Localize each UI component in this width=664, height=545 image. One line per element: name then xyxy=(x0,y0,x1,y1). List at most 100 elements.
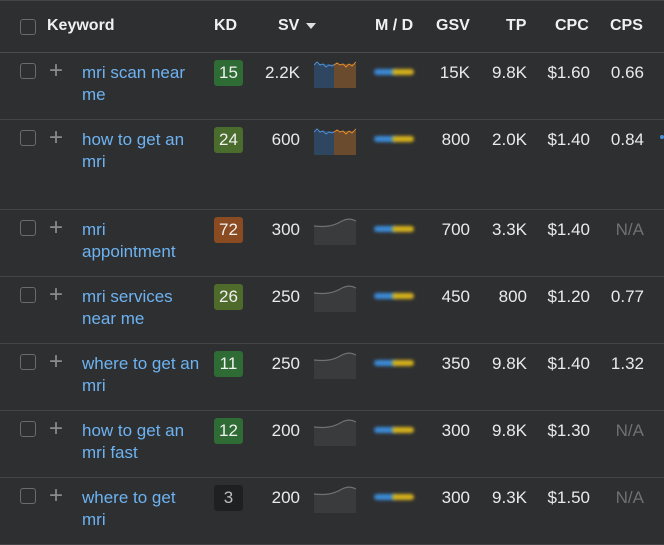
row-checkbox[interactable] xyxy=(20,354,36,370)
cps-value: N/A xyxy=(615,421,644,440)
column-header-md[interactable]: M / D xyxy=(375,17,413,35)
kd-badge: 72 xyxy=(214,217,243,243)
add-keyword-plus-icon[interactable]: + xyxy=(49,417,67,441)
trend-area-recent xyxy=(334,64,356,88)
gsv-value: 450 xyxy=(441,287,470,306)
cps-value: 0.77 xyxy=(610,287,644,306)
add-keyword-plus-icon[interactable]: + xyxy=(49,350,67,374)
sv-value: 600 xyxy=(271,130,300,149)
cpc-value: $1.60 xyxy=(547,63,590,82)
sv-value: 200 xyxy=(271,488,300,507)
desktop-share-bar xyxy=(392,427,414,433)
sort-desc-icon xyxy=(305,22,316,29)
column-header-sv-label: SV xyxy=(278,17,300,34)
cps-value: 0.84 xyxy=(610,130,644,149)
mobile-desktop-bar xyxy=(372,291,418,301)
gsv-value: 15K xyxy=(439,63,470,82)
row-checkbox[interactable] xyxy=(20,63,36,79)
mobile-desktop-bar xyxy=(372,425,418,435)
keyword-link[interactable]: mri scan near me xyxy=(82,62,202,106)
sv-value: 200 xyxy=(271,421,300,440)
tp-value: 9.3K xyxy=(492,488,527,507)
column-header-cps[interactable]: CPS xyxy=(610,17,643,35)
keyword-link[interactable]: mri services near me xyxy=(82,286,202,330)
trend-sparkline xyxy=(314,419,356,446)
cpc-value: $1.40 xyxy=(547,130,590,149)
row-checkbox[interactable] xyxy=(20,287,36,303)
trend-area xyxy=(314,420,356,446)
kd-badge: 12 xyxy=(214,418,243,444)
sv-value: 2.2K xyxy=(265,63,300,82)
gsv-value: 350 xyxy=(441,354,470,373)
gsv-value: 300 xyxy=(441,421,470,440)
sv-value: 250 xyxy=(271,287,300,306)
keyword-link[interactable]: how to get an mri fast xyxy=(82,420,202,464)
tp-value: 9.8K xyxy=(492,421,527,440)
table-row: + mri services near me 26 250 450 800 $1… xyxy=(0,277,664,344)
trend-area-recent xyxy=(334,131,356,155)
row-checkbox[interactable] xyxy=(20,130,36,146)
cpc-value: $1.40 xyxy=(547,220,590,239)
keyword-link[interactable]: where to get mri xyxy=(82,487,202,531)
column-header-cpc[interactable]: CPC xyxy=(555,17,589,35)
trend-area xyxy=(314,219,356,245)
table-row: + where to get mri 3 200 300 9.3K $1.50 … xyxy=(0,478,664,545)
add-keyword-plus-icon[interactable]: + xyxy=(49,216,67,240)
tp-value: 2.0K xyxy=(492,130,527,149)
trend-area xyxy=(314,286,356,312)
trend-area xyxy=(314,353,356,379)
desktop-share-bar xyxy=(392,69,414,75)
trend-sparkline xyxy=(314,61,356,88)
cps-value: 0.66 xyxy=(610,63,644,82)
desktop-share-bar xyxy=(392,494,414,500)
cps-value: N/A xyxy=(615,488,644,507)
tp-value: 800 xyxy=(498,287,527,306)
table-row: + how to get an mri fast 12 200 300 9.8K… xyxy=(0,411,664,478)
keyword-link[interactable]: where to get an mri xyxy=(82,353,202,397)
gsv-value: 700 xyxy=(441,220,470,239)
column-header-keyword[interactable]: Keyword xyxy=(47,17,115,35)
tp-value: 3.3K xyxy=(492,220,527,239)
cpc-value: $1.30 xyxy=(547,421,590,440)
column-header-kd[interactable]: KD xyxy=(214,17,237,35)
desktop-share-bar xyxy=(392,226,414,232)
sv-value: 300 xyxy=(271,220,300,239)
trend-sparkline xyxy=(314,128,356,155)
row-checkbox[interactable] xyxy=(20,220,36,236)
kd-badge: 15 xyxy=(214,60,243,86)
row-checkbox[interactable] xyxy=(20,488,36,504)
table-row: + where to get an mri 11 250 350 9.8K $1… xyxy=(0,344,664,411)
cpc-value: $1.20 xyxy=(547,287,590,306)
trend-sparkline xyxy=(314,218,356,245)
add-keyword-plus-icon[interactable]: + xyxy=(49,59,67,83)
cpc-value: $1.50 xyxy=(547,488,590,507)
mobile-desktop-bar xyxy=(372,134,418,144)
desktop-share-bar xyxy=(392,136,414,142)
add-keyword-plus-icon[interactable]: + xyxy=(49,484,67,508)
keyword-link[interactable]: mri appointment xyxy=(82,219,202,263)
tp-value: 9.8K xyxy=(492,63,527,82)
add-keyword-plus-icon[interactable]: + xyxy=(49,283,67,307)
column-header-gsv[interactable]: GSV xyxy=(436,17,470,35)
cpc-value: $1.40 xyxy=(547,354,590,373)
table-header: Keyword KD SV M / D GSV TP CPC CPS xyxy=(0,0,664,53)
table-row: + how to get an mri 24 600 800 2.0K $1.4… xyxy=(0,120,664,210)
kd-badge: 26 xyxy=(214,284,243,310)
column-header-sv[interactable]: SV xyxy=(278,17,316,35)
column-header-tp[interactable]: TP xyxy=(506,17,526,35)
add-keyword-plus-icon[interactable]: + xyxy=(49,126,67,150)
kd-badge: 11 xyxy=(214,351,243,377)
desktop-share-bar xyxy=(392,360,414,366)
keyword-link[interactable]: how to get an mri xyxy=(82,129,202,173)
table-row: + mri scan near me 15 2.2K 15K 9.8K $1.6… xyxy=(0,53,664,120)
cps-value: 1.32 xyxy=(610,354,644,373)
kd-badge: 24 xyxy=(214,127,243,153)
mobile-desktop-bar xyxy=(372,224,418,234)
mobile-desktop-bar xyxy=(372,492,418,502)
offscreen-indicator-icon xyxy=(660,135,664,139)
tp-value: 9.8K xyxy=(492,354,527,373)
trend-sparkline xyxy=(314,486,356,513)
row-checkbox[interactable] xyxy=(20,421,36,437)
keywords-table: Keyword KD SV M / D GSV TP CPC CPS + mri… xyxy=(0,0,664,545)
select-all-checkbox[interactable] xyxy=(20,19,36,35)
